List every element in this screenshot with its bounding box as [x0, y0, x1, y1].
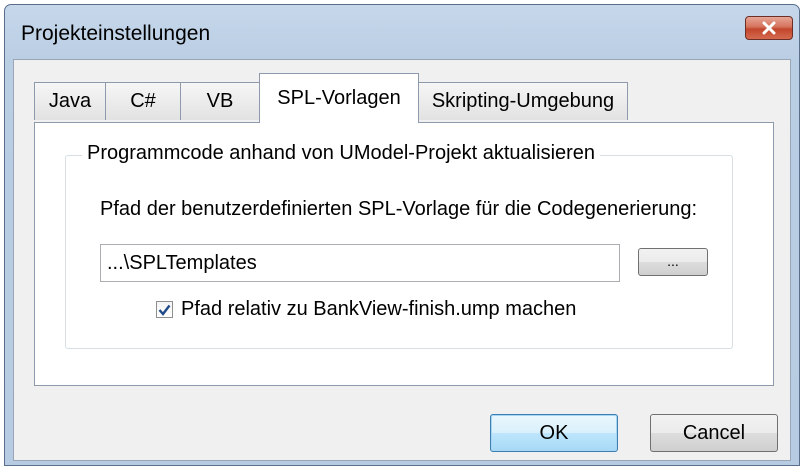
dialog-client-area: Java C# VB SPL-Vorlagen Skripting-Umgebu… — [13, 59, 791, 461]
dialog-window: Projekteinstellungen Java C# VB SPL-Vorl… — [4, 4, 800, 466]
group-label: Programmcode anhand von UModel-Projekt a… — [82, 142, 601, 165]
template-path-label: Pfad der benutzerdefinierten SPL-Vorlage… — [100, 198, 698, 220]
tab-csharp[interactable]: C# — [105, 82, 181, 120]
tab-vb[interactable]: VB — [180, 82, 260, 120]
window-title: Projekteinstellungen — [21, 22, 211, 45]
relative-path-checkbox[interactable] — [156, 301, 173, 318]
checkmark-icon — [158, 304, 171, 316]
tab-label: C# — [130, 90, 156, 112]
tab-skripting-umgebung[interactable]: Skripting-Umgebung — [418, 82, 628, 120]
relative-path-label: Pfad relativ zu BankView-finish.ump mach… — [181, 298, 577, 320]
tab-label: Java — [48, 90, 92, 112]
tab-label: Skripting-Umgebung — [431, 90, 615, 112]
tab-label: SPL-Vorlagen — [277, 87, 401, 109]
cancel-button[interactable]: Cancel — [650, 414, 778, 452]
browse-button[interactable]: ... — [638, 248, 708, 276]
relative-path-option[interactable]: Pfad relativ zu BankView-finish.ump mach… — [156, 298, 576, 321]
tab-panel: Programmcode anhand von UModel-Projekt a… — [34, 122, 774, 386]
update-code-group: Programmcode anhand von UModel-Projekt a… — [65, 142, 733, 349]
tab-java[interactable]: Java — [34, 82, 106, 120]
tab-spl-vorlagen[interactable]: SPL-Vorlagen — [259, 73, 419, 123]
tab-label: VB — [206, 90, 234, 112]
template-path-input[interactable] — [100, 244, 620, 282]
close-button[interactable] — [745, 16, 793, 40]
ok-button[interactable]: OK — [490, 414, 618, 452]
close-icon — [762, 21, 776, 35]
